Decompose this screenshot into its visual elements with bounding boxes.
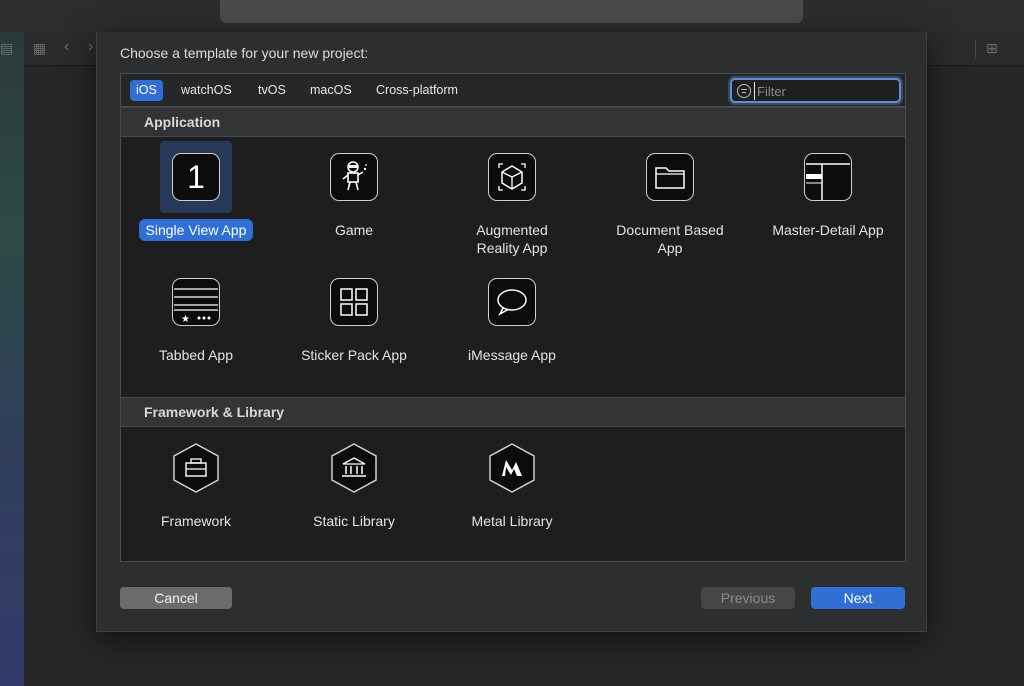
template-augmented-reality-app[interactable]: Augmented Reality App [437, 141, 587, 259]
comment-icon[interactable]: ▤ [0, 41, 13, 55]
grid-icon[interactable]: ▦ [33, 41, 46, 55]
tabbed-app-icon: ★ [172, 278, 220, 326]
template-chooser: iOS watchOS tvOS macOS Cross-platform Ap… [120, 73, 906, 562]
single-view-glyph: 1 [187, 158, 205, 195]
new-project-sheet: Choose a template for your new project: … [96, 32, 927, 632]
template-master-detail-app[interactable]: Master-Detail App [753, 141, 903, 241]
template-label: iMessage App [468, 347, 556, 363]
template-document-based-app[interactable]: Document Based App [595, 141, 745, 259]
template-label: Game [334, 222, 374, 238]
tab-cross-platform[interactable]: Cross-platform [370, 80, 464, 101]
tab-ios[interactable]: iOS [130, 80, 163, 101]
framework-icon [173, 443, 219, 493]
toolbar-divider [975, 40, 976, 58]
template-single-view-app[interactable]: 1 Single View App [121, 141, 271, 241]
template-label: Metal Library [471, 513, 553, 529]
activity-viewer [220, 0, 803, 23]
filter-input[interactable] [754, 82, 894, 100]
platform-tab-bar: iOS watchOS tvOS macOS Cross-platform [121, 74, 905, 107]
tab-macos[interactable]: macOS [304, 80, 358, 101]
game-icon [330, 153, 378, 201]
template-label: Framework [160, 513, 231, 529]
template-tabbed-app[interactable]: ★ Tabbed App [121, 266, 271, 366]
imessage-icon [488, 278, 536, 326]
single-view-app-icon: 1 [172, 153, 220, 201]
forward-icon[interactable]: › [88, 39, 93, 55]
template-game[interactable]: Game [279, 141, 429, 241]
sheet-title: Choose a template for your new project: [120, 45, 369, 61]
cancel-button[interactable]: Cancel [120, 587, 232, 609]
template-static-library[interactable]: Static Library [279, 432, 429, 532]
template-label: Tabbed App [159, 347, 233, 363]
document-based-icon [646, 153, 694, 201]
template-label: Document Based App [616, 222, 724, 256]
section-header-application: Application [121, 107, 905, 137]
section-header-framework-library: Framework & Library [121, 397, 905, 427]
tab-watchos[interactable]: watchOS [175, 80, 238, 101]
back-icon[interactable]: ‹ [64, 39, 69, 55]
template-label: Augmented Reality App [476, 222, 548, 256]
metal-library-icon [489, 443, 535, 493]
navigator-strip [0, 32, 24, 686]
template-label: Static Library [313, 513, 395, 529]
template-label: Master-Detail App [772, 222, 884, 238]
static-library-icon [331, 443, 377, 493]
augmented-reality-icon [488, 153, 536, 201]
add-editor-icon[interactable]: ⊞ [986, 41, 998, 55]
template-metal-library[interactable]: Metal Library [437, 432, 587, 532]
filter-icon [737, 84, 751, 98]
previous-button[interactable]: Previous [701, 587, 795, 609]
template-label: Single View App [138, 219, 254, 241]
sticker-pack-icon [330, 278, 378, 326]
template-framework[interactable]: Framework [121, 432, 271, 532]
template-imessage-app[interactable]: iMessage App [437, 266, 587, 366]
filter-field[interactable] [730, 78, 901, 103]
template-sticker-pack-app[interactable]: Sticker Pack App [279, 266, 429, 366]
master-detail-icon [804, 153, 852, 201]
tab-tvos[interactable]: tvOS [252, 80, 292, 101]
next-button[interactable]: Next [811, 587, 905, 609]
svg-text:★: ★ [181, 314, 190, 325]
template-label: Sticker Pack App [301, 347, 407, 363]
